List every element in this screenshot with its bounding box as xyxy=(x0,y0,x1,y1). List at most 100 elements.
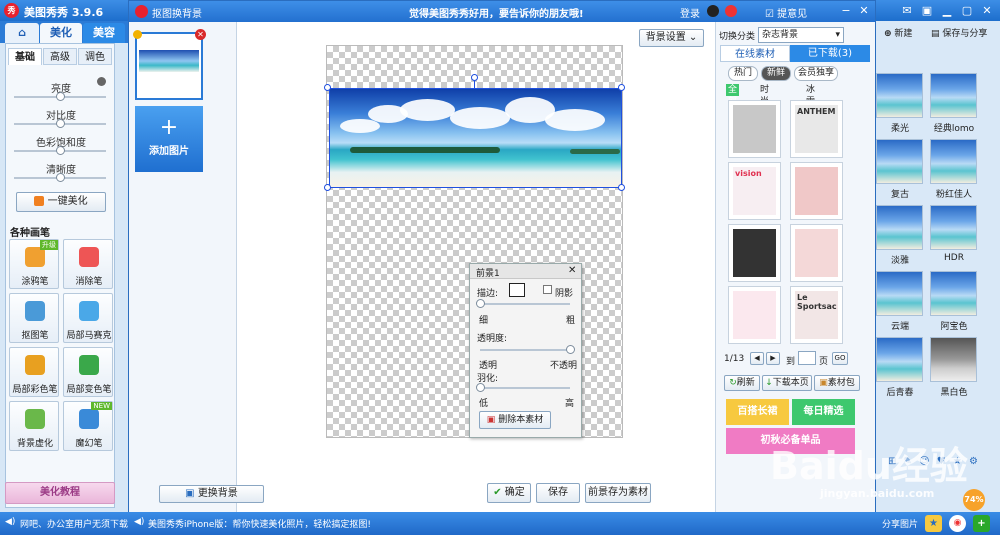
minimize-icon[interactable]: ▁ xyxy=(938,3,956,18)
tool-3[interactable]: 抠图笔 xyxy=(9,293,59,343)
share-image-link[interactable]: 分享图片 xyxy=(882,517,918,530)
download-page-button[interactable]: ↓下载本页 xyxy=(762,375,812,391)
foreground-thumbnail[interactable]: ✕ xyxy=(133,29,206,100)
resize-handle-se[interactable] xyxy=(618,184,625,191)
filter-2[interactable]: 时尚girl xyxy=(758,84,776,119)
tab-downloaded[interactable]: 已下载(3) xyxy=(790,45,870,62)
effect-thumbnail[interactable] xyxy=(930,73,977,118)
feedback-link[interactable]: ☑ 提意见 xyxy=(765,5,807,20)
go-button[interactable]: GO xyxy=(832,352,848,365)
material-pack-button[interactable]: ▣素材包 xyxy=(814,375,860,391)
material-item[interactable]: Le Sportsac xyxy=(790,286,843,344)
effect-thumbnail[interactable] xyxy=(876,139,923,184)
skin-icon[interactable]: ▣ xyxy=(918,3,936,18)
tool-1[interactable]: 涂鸦笔 升级 xyxy=(9,239,59,289)
feather-slider-track[interactable] xyxy=(480,387,570,389)
category-select[interactable]: 杂志背景 ▾ xyxy=(758,27,844,43)
border-slider-track[interactable] xyxy=(480,303,570,305)
effect-label[interactable]: 复古 xyxy=(870,187,930,200)
weibo-icon[interactable] xyxy=(725,5,737,17)
filter-1[interactable]: 全部 xyxy=(726,84,740,107)
tool-2[interactable]: 消除笔 xyxy=(63,239,113,289)
weibo-share-icon[interactable]: ◉ xyxy=(949,515,966,532)
login-link[interactable]: 登录 xyxy=(680,5,700,20)
border-slider-thumb[interactable] xyxy=(476,299,485,308)
material-item[interactable] xyxy=(790,162,843,220)
bg-settings-button[interactable]: 背景设置 ⌄ xyxy=(639,29,704,47)
effect-thumbnail[interactable] xyxy=(930,139,977,184)
tab-beautify[interactable]: 美化 xyxy=(40,23,82,43)
material-item[interactable]: vision xyxy=(728,162,781,220)
prev-page-button[interactable]: ◀ xyxy=(750,352,764,365)
effect-thumbnail[interactable] xyxy=(876,337,923,382)
add-image-button[interactable]: + 添加图片 xyxy=(135,106,203,172)
save-fg-as-material-button[interactable]: 前景存为素材 xyxy=(585,483,651,503)
opacity-slider-track[interactable] xyxy=(480,349,570,351)
pill-2[interactable]: 新鲜 xyxy=(761,66,791,81)
effect-thumbnail[interactable] xyxy=(876,73,923,118)
slider-thumb[interactable] xyxy=(56,173,65,182)
fg-panel-close-icon[interactable]: ✕ xyxy=(568,265,576,276)
effect-label[interactable]: HDR xyxy=(924,253,984,263)
effect-thumbnail[interactable] xyxy=(876,271,923,316)
star-icon[interactable]: ★ xyxy=(925,515,942,532)
effect-thumbnail[interactable] xyxy=(876,205,923,250)
banner-maxi-skirt[interactable]: 百搭长裙 xyxy=(726,399,789,425)
delete-material-button[interactable]: ▣ 删除本素材 xyxy=(479,411,551,429)
resize-handle-ne[interactable] xyxy=(618,84,625,91)
status-left-message[interactable]: 网吧、办公室用户无须下载 xyxy=(20,517,128,530)
material-item[interactable] xyxy=(790,224,843,282)
save-button[interactable]: 保存 xyxy=(536,483,580,503)
rotate-handle[interactable] xyxy=(471,74,478,81)
material-item[interactable]: ANTHEM xyxy=(790,100,843,158)
border-color-swatch[interactable] xyxy=(509,283,525,297)
pill-1[interactable]: 热门 xyxy=(728,66,758,81)
pill-3[interactable]: 会员独享 xyxy=(794,66,838,81)
resize-handle-sw[interactable] xyxy=(324,184,331,191)
home-icon[interactable]: ⌂ xyxy=(5,23,39,43)
subtab-color[interactable]: 调色 xyxy=(78,48,112,65)
resize-handle-nw[interactable] xyxy=(324,84,331,91)
one-click-beautify-button[interactable]: 一键美化 xyxy=(16,192,106,212)
opacity-slider-thumb[interactable] xyxy=(566,345,575,354)
subtab-advanced[interactable]: 高级 xyxy=(43,48,77,65)
tool-7[interactable]: 背景虚化 xyxy=(9,401,59,451)
refresh-button[interactable]: ↻刷新 xyxy=(724,375,760,391)
material-item[interactable] xyxy=(728,100,781,158)
tab-beauty[interactable]: 美容 xyxy=(83,23,125,43)
tool-5[interactable]: 局部彩色笔 xyxy=(9,347,59,397)
status-mid-message[interactable]: 美图秀秀iPhone版：帮你快速美化照片，轻松搞定抠图! xyxy=(148,517,371,530)
dialog-minimize-icon[interactable]: − xyxy=(839,4,853,18)
effect-label[interactable]: 云端 xyxy=(870,319,930,332)
slider-thumb[interactable] xyxy=(56,92,65,101)
change-background-button[interactable]: ▣ 更换背景 xyxy=(159,485,264,503)
effect-thumbnail[interactable] xyxy=(930,271,977,316)
effect-label[interactable]: 淡雅 xyxy=(870,253,930,266)
effect-label[interactable]: 后青春 xyxy=(870,385,930,398)
feather-slider-thumb[interactable] xyxy=(476,383,485,392)
effect-label[interactable]: 黑白色 xyxy=(924,385,984,398)
tool-6[interactable]: 局部变色笔 xyxy=(63,347,113,397)
tool-4[interactable]: 局部马赛克 xyxy=(63,293,113,343)
effect-label[interactable]: 柔光 xyxy=(870,121,930,134)
material-item[interactable] xyxy=(728,286,781,344)
add-share-icon[interactable]: + xyxy=(973,515,990,532)
dialog-close-icon[interactable]: ✕ xyxy=(857,4,871,18)
banner-daily-picks[interactable]: 每日精选 xyxy=(792,399,855,425)
effect-label[interactable]: 粉红佳人 xyxy=(924,187,984,200)
subtab-basic[interactable]: 基础 xyxy=(8,48,42,65)
next-page-button[interactable]: ▶ xyxy=(766,352,780,365)
tab-online-material[interactable]: 在线素材 xyxy=(720,45,790,62)
maximize-icon[interactable]: ▢ xyxy=(958,3,976,18)
tool-8[interactable]: 魔幻笔 NEW xyxy=(63,401,113,451)
close-icon[interactable]: ✕ xyxy=(978,3,996,18)
slider-thumb[interactable] xyxy=(56,119,65,128)
shadow-checkbox[interactable] xyxy=(543,285,552,294)
filter-3[interactable]: 冰雪girl xyxy=(804,84,822,119)
confirm-button[interactable]: ✔ 确定 xyxy=(487,483,531,503)
remove-thumbnail-icon[interactable]: ✕ xyxy=(195,29,206,40)
effect-label[interactable]: 经典lomo xyxy=(924,121,984,134)
page-input[interactable] xyxy=(798,351,816,365)
slider-thumb[interactable] xyxy=(56,146,65,155)
material-item[interactable] xyxy=(728,224,781,282)
